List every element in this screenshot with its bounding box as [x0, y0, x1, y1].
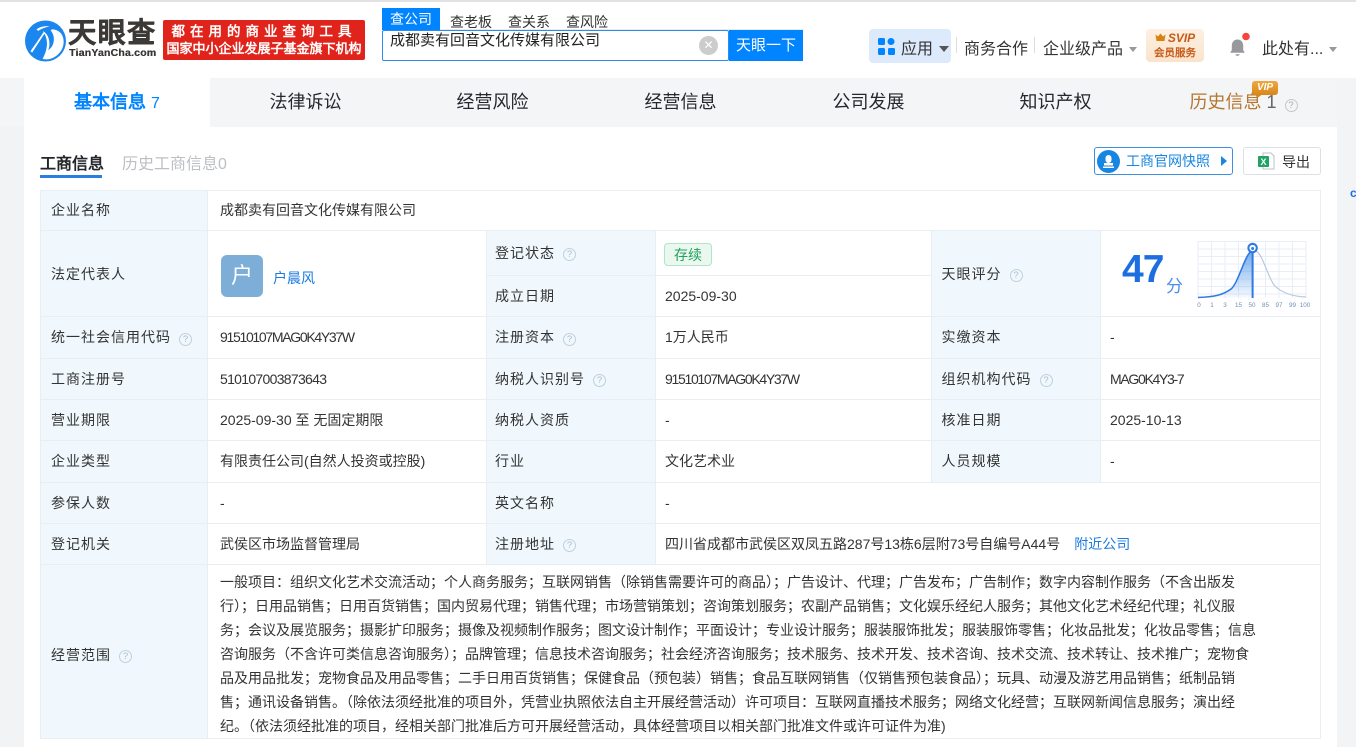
- svg-text:97: 97: [1275, 302, 1283, 309]
- svg-text:85: 85: [1262, 302, 1270, 309]
- svg-text:15: 15: [1235, 302, 1243, 309]
- svg-text:0: 0: [1197, 302, 1201, 309]
- svg-text:3: 3: [1223, 302, 1227, 309]
- svg-text:X: X: [1260, 157, 1266, 167]
- svg-text:100: 100: [1300, 302, 1311, 309]
- svg-text:99: 99: [1289, 302, 1297, 309]
- svg-text:50: 50: [1248, 302, 1256, 309]
- svg-text:1: 1: [1210, 302, 1214, 309]
